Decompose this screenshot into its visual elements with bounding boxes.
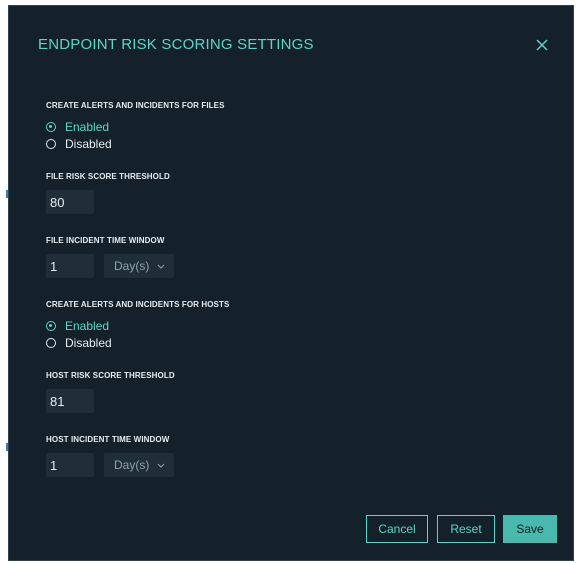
host-window-label: HOST INCIDENT TIME WINDOW: [46, 435, 170, 444]
file-window-input[interactable]: 1: [46, 254, 94, 278]
close-button[interactable]: [531, 34, 553, 56]
file-alerts-disabled-label: Disabled: [65, 137, 112, 151]
host-window-unit-value: Day(s): [114, 458, 150, 472]
host-window-input[interactable]: 1: [46, 453, 94, 477]
host-alerts-enabled-radio[interactable]: Enabled: [46, 318, 109, 334]
radio-selected-icon: [46, 321, 56, 331]
file-window-unit-select[interactable]: Day(s): [104, 254, 174, 278]
host-alerts-disabled-radio[interactable]: Disabled: [46, 335, 112, 351]
file-alerts-enabled-radio[interactable]: Enabled: [46, 119, 109, 135]
file-window-label: FILE INCIDENT TIME WINDOW: [46, 236, 165, 245]
dialog-title: ENDPOINT RISK SCORING SETTINGS: [38, 36, 314, 53]
file-threshold-input[interactable]: 80: [46, 190, 94, 214]
close-icon: [536, 39, 548, 51]
chevron-down-icon: [157, 264, 165, 269]
host-threshold-label: HOST RISK SCORE THRESHOLD: [46, 371, 175, 380]
risk-settings-dialog: ENDPOINT RISK SCORING SETTINGS CREATE AL…: [8, 5, 574, 561]
file-alerts-enabled-label: Enabled: [65, 120, 110, 134]
cancel-button[interactable]: Cancel: [366, 515, 428, 543]
host-alerts-label: CREATE ALERTS AND INCIDENTS FOR HOSTS: [46, 300, 230, 309]
file-threshold-label: FILE RISK SCORE THRESHOLD: [46, 172, 170, 181]
chevron-down-icon: [157, 463, 165, 468]
host-window-unit-select[interactable]: Day(s): [104, 453, 174, 477]
radio-selected-icon: [46, 122, 56, 132]
host-alerts-enabled-label: Enabled: [65, 319, 110, 333]
host-alerts-disabled-label: Disabled: [65, 336, 112, 350]
host-threshold-input[interactable]: 81: [46, 389, 94, 413]
save-button[interactable]: Save: [503, 515, 557, 543]
file-alerts-label: CREATE ALERTS AND INCIDENTS FOR FILES: [46, 101, 225, 110]
radio-unselected-icon: [46, 338, 56, 348]
file-alerts-disabled-radio[interactable]: Disabled: [46, 136, 112, 152]
file-window-unit-value: Day(s): [114, 259, 150, 273]
reset-button[interactable]: Reset: [437, 515, 495, 543]
radio-unselected-icon: [46, 139, 56, 149]
